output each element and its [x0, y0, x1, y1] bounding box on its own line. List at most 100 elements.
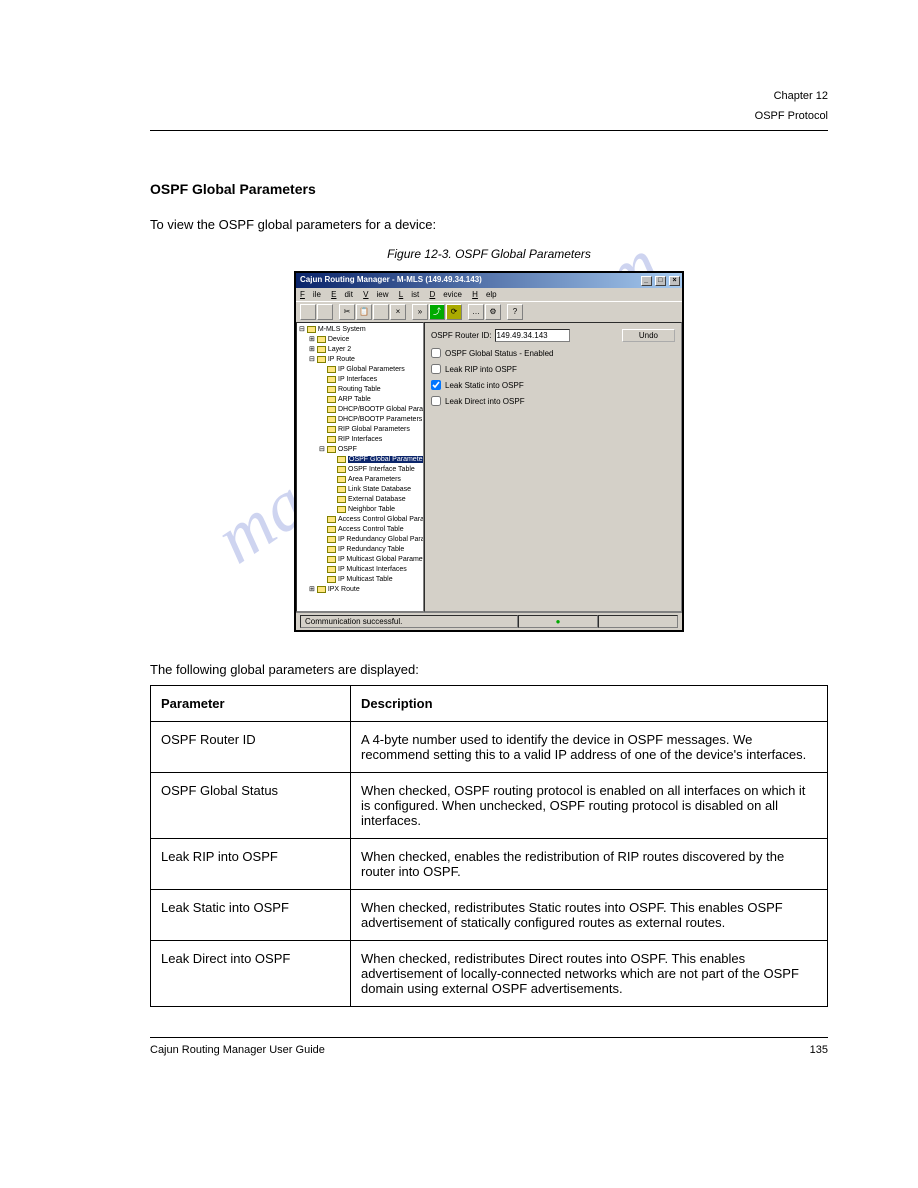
- tree-ospf-item[interactable]: Link State Database: [348, 486, 411, 493]
- tb-10[interactable]: …: [468, 304, 484, 320]
- chk-leak-direct[interactable]: [431, 396, 441, 406]
- tree-ipx[interactable]: IPX Route: [328, 586, 360, 593]
- tb-6[interactable]: ×: [390, 304, 406, 320]
- tree-ospf-global[interactable]: OSPF Global Parameters: [348, 456, 424, 463]
- section-title: OSPF Global Parameters: [150, 181, 828, 197]
- tree-item[interactable]: RIP Global Parameters: [338, 426, 410, 433]
- tree-item[interactable]: IP Redundancy Table: [338, 546, 404, 553]
- tree-item[interactable]: DHCP/BOOTP Global Parameters: [338, 406, 424, 413]
- maximize-button[interactable]: □: [655, 276, 666, 286]
- tree-ospf-item[interactable]: External Database: [348, 496, 406, 503]
- menu-view[interactable]: View: [363, 290, 388, 299]
- cell-param: Leak RIP into OSPF: [151, 839, 351, 890]
- chk-global-status[interactable]: [431, 348, 441, 358]
- app-window: Cajun Routing Manager - M-MLS (149.49.34…: [294, 271, 684, 632]
- th-desc: Description: [351, 686, 828, 722]
- folder-icon: [337, 456, 346, 463]
- toolbar: ✂ 📋 × » ⤴ ⟳ … ⚙ ?: [296, 301, 682, 322]
- folder-icon: [327, 416, 336, 423]
- tb-9[interactable]: ⟳: [446, 304, 462, 320]
- tb-help[interactable]: ?: [507, 304, 523, 320]
- chapter-label: Chapter 12: [774, 90, 828, 102]
- table-row: OSPF Global Status When checked, OSPF ro…: [151, 773, 828, 839]
- folder-icon: [327, 406, 336, 413]
- tb-sep2: [407, 304, 411, 320]
- folder-icon: [317, 356, 326, 363]
- table-row: Leak Static into OSPF When checked, redi…: [151, 890, 828, 941]
- chk-label: Leak Static into OSPF: [445, 381, 524, 390]
- folder-icon: [327, 426, 336, 433]
- folder-icon: [337, 506, 346, 513]
- menu-bar: File Edit View List Device Help: [296, 288, 682, 301]
- tree-layer2[interactable]: Layer 2: [328, 346, 351, 353]
- tree-item[interactable]: Access Control Global Parameters: [338, 516, 424, 523]
- cell-param: Leak Static into OSPF: [151, 890, 351, 941]
- nav-tree[interactable]: ⊟ M-MLS System ⊞ Device ⊞ Layer 2 ⊟ IP R…: [296, 322, 424, 612]
- folder-icon: [337, 496, 346, 503]
- tb-5[interactable]: [373, 304, 389, 320]
- menu-file[interactable]: File: [300, 290, 321, 299]
- menu-device[interactable]: Device: [429, 290, 461, 299]
- form-panel: OSPF Router ID: Undo OSPF Global Status …: [424, 322, 682, 612]
- router-id-input[interactable]: [495, 329, 570, 342]
- tree-ospf-item[interactable]: Area Parameters: [348, 476, 401, 483]
- tree-item[interactable]: Routing Table: [338, 386, 381, 393]
- menu-list[interactable]: List: [399, 290, 419, 299]
- status-empty: [598, 615, 678, 628]
- tree-device[interactable]: Device: [328, 336, 349, 343]
- tb-3[interactable]: ✂: [339, 304, 355, 320]
- tb-7[interactable]: »: [412, 304, 428, 320]
- folder-icon: [327, 536, 336, 543]
- tb-1[interactable]: [300, 304, 316, 320]
- folder-icon: [307, 326, 316, 333]
- minimize-button[interactable]: _: [641, 276, 652, 286]
- cell-desc: When checked, enables the redistribution…: [351, 839, 828, 890]
- title-bar: Cajun Routing Manager - M-MLS (149.49.34…: [296, 273, 682, 288]
- folder-icon: [327, 566, 336, 573]
- table-intro: The following global parameters are disp…: [150, 662, 828, 677]
- tree-item[interactable]: IP Redundancy Global Parameters: [338, 536, 424, 543]
- tree-root[interactable]: M-MLS System: [318, 326, 366, 333]
- folder-icon: [327, 436, 336, 443]
- tree-item[interactable]: IP Global Parameters: [338, 366, 405, 373]
- folder-icon: [327, 516, 336, 523]
- tree-item[interactable]: IP Multicast Table: [338, 576, 393, 583]
- cell-param: Leak Direct into OSPF: [151, 941, 351, 1007]
- chk-label: Leak Direct into OSPF: [445, 397, 525, 406]
- tree-ospf-item[interactable]: OSPF Interface Table: [348, 466, 415, 473]
- chk-label: Leak RIP into OSPF: [445, 365, 517, 374]
- folder-icon: [337, 486, 346, 493]
- menu-edit[interactable]: Edit: [331, 290, 353, 299]
- status-led-icon: ●: [556, 617, 561, 626]
- tree-item[interactable]: RIP Interfaces: [338, 436, 382, 443]
- folder-icon: [327, 376, 336, 383]
- tree-item[interactable]: DHCP/BOOTP Parameters: [338, 416, 422, 423]
- undo-button[interactable]: Undo: [622, 329, 675, 342]
- chk-leak-rip[interactable]: [431, 364, 441, 374]
- chk-leak-static[interactable]: [431, 380, 441, 390]
- tree-iproute[interactable]: IP Route: [328, 356, 355, 363]
- tb-2[interactable]: [317, 304, 333, 320]
- window-title: Cajun Routing Manager - M-MLS (149.49.34…: [300, 275, 482, 286]
- tree-item[interactable]: IP Multicast Interfaces: [338, 566, 407, 573]
- folder-icon: [317, 586, 326, 593]
- tree-item[interactable]: ARP Table: [338, 396, 371, 403]
- tb-11[interactable]: ⚙: [485, 304, 501, 320]
- menu-help[interactable]: Help: [472, 290, 496, 299]
- tb-8[interactable]: ⤴: [429, 304, 445, 320]
- tree-item[interactable]: IP Multicast Global Parameters: [338, 556, 424, 563]
- tree-ospf-item[interactable]: Neighbor Table: [348, 506, 395, 513]
- figure-caption: Figure 12-3. OSPF Global Parameters: [150, 247, 828, 261]
- close-button[interactable]: ×: [669, 276, 680, 286]
- folder-icon: [317, 336, 326, 343]
- tb-sep3: [463, 304, 467, 320]
- cell-param: OSPF Router ID: [151, 722, 351, 773]
- tree-ospf[interactable]: OSPF: [338, 446, 357, 453]
- router-id-label: OSPF Router ID:: [431, 331, 491, 340]
- cell-desc: When checked, OSPF routing protocol is e…: [351, 773, 828, 839]
- table-row: Leak Direct into OSPF When checked, redi…: [151, 941, 828, 1007]
- tree-item[interactable]: Access Control Table: [338, 526, 404, 533]
- table-row: OSPF Router ID A 4-byte number used to i…: [151, 722, 828, 773]
- tree-item[interactable]: IP Interfaces: [338, 376, 377, 383]
- tb-4[interactable]: 📋: [356, 304, 372, 320]
